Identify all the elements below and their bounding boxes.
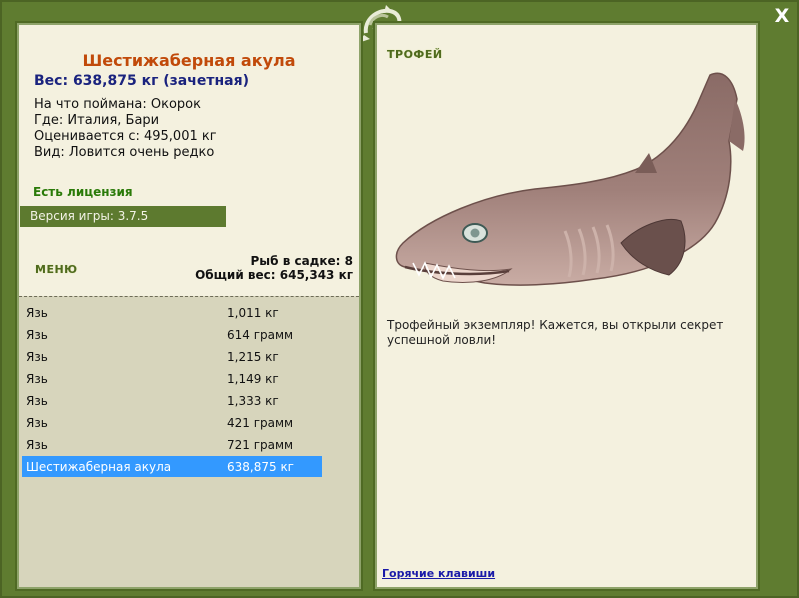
catch-name: Язь <box>26 372 48 386</box>
catch-weight: 614 грамм <box>227 328 294 342</box>
catch-row-selected[interactable]: Шестижаберная акула 638,875 кг <box>22 456 322 477</box>
version-bar: Версия игры: 3.7.5 <box>20 206 226 227</box>
catch-row[interactable]: Язь 1,215 кг <box>22 346 322 367</box>
cage-total-weight: Общий вес: 645,343 кг <box>195 268 353 282</box>
fish-weight: Вес: 638,875 кг (зачетная) <box>34 73 249 89</box>
catch-name: Язь <box>26 350 48 364</box>
catch-name: Язь <box>26 328 48 342</box>
cage-summary: Рыб в садке: 8 Общий вес: 645,343 кг <box>195 254 353 282</box>
catch-weight: 1,149 кг <box>227 372 279 386</box>
cage-count: Рыб в садке: 8 <box>250 254 354 268</box>
catch-list: Язь 1,011 кг Язь 614 грамм Язь 1,215 кг … <box>19 296 359 587</box>
license-status: Есть лицензия <box>33 185 133 199</box>
trophy-panel: ТРОФЕЙ Трофейный экземпляр! Кажется, вы … <box>375 23 758 589</box>
catch-row[interactable]: Язь 1,011 кг <box>22 302 322 323</box>
catch-name: Шестижаберная акула <box>26 460 172 474</box>
bait-info: На что поймана: Окорок <box>34 97 201 112</box>
catch-name: Язь <box>26 394 48 408</box>
menu-button[interactable]: МЕНЮ <box>35 263 78 276</box>
catch-row[interactable]: Язь 721 грамм <box>22 434 322 455</box>
catch-row[interactable]: Язь 1,149 кг <box>22 368 322 389</box>
hotkeys-link[interactable]: Горячие клавиши <box>382 567 495 580</box>
catch-weight: 638,875 кг <box>227 460 294 474</box>
catch-weight: 1,011 кг <box>227 306 279 320</box>
location-info: Где: Италия, Бари <box>34 113 160 128</box>
catch-row[interactable]: Язь 614 грамм <box>22 324 322 345</box>
trophy-description: Трофейный экземпляр! Кажется, вы открыли… <box>387 318 724 347</box>
rarity-info: Вид: Ловится очень редко <box>34 145 215 160</box>
catch-row[interactable]: Язь 1,333 кг <box>22 390 322 411</box>
catch-weight: 1,215 кг <box>227 350 279 364</box>
close-button[interactable]: X <box>771 5 793 27</box>
shark-image <box>395 72 745 286</box>
catch-name: Язь <box>26 438 48 452</box>
catch-weight: 721 грамм <box>227 438 294 452</box>
fish-info-panel: Шестижаберная акула Вес: 638,875 кг (зач… <box>17 23 361 589</box>
catch-weight: 1,333 кг <box>227 394 279 408</box>
catch-name: Язь <box>26 416 48 430</box>
catch-name: Язь <box>26 306 48 320</box>
catch-row[interactable]: Язь 421 грамм <box>22 412 322 433</box>
catch-weight: 421 грамм <box>227 416 294 430</box>
fish-title: Шестижаберная акула <box>82 51 296 70</box>
value-info: Оценивается с: 495,001 кг <box>34 129 217 144</box>
